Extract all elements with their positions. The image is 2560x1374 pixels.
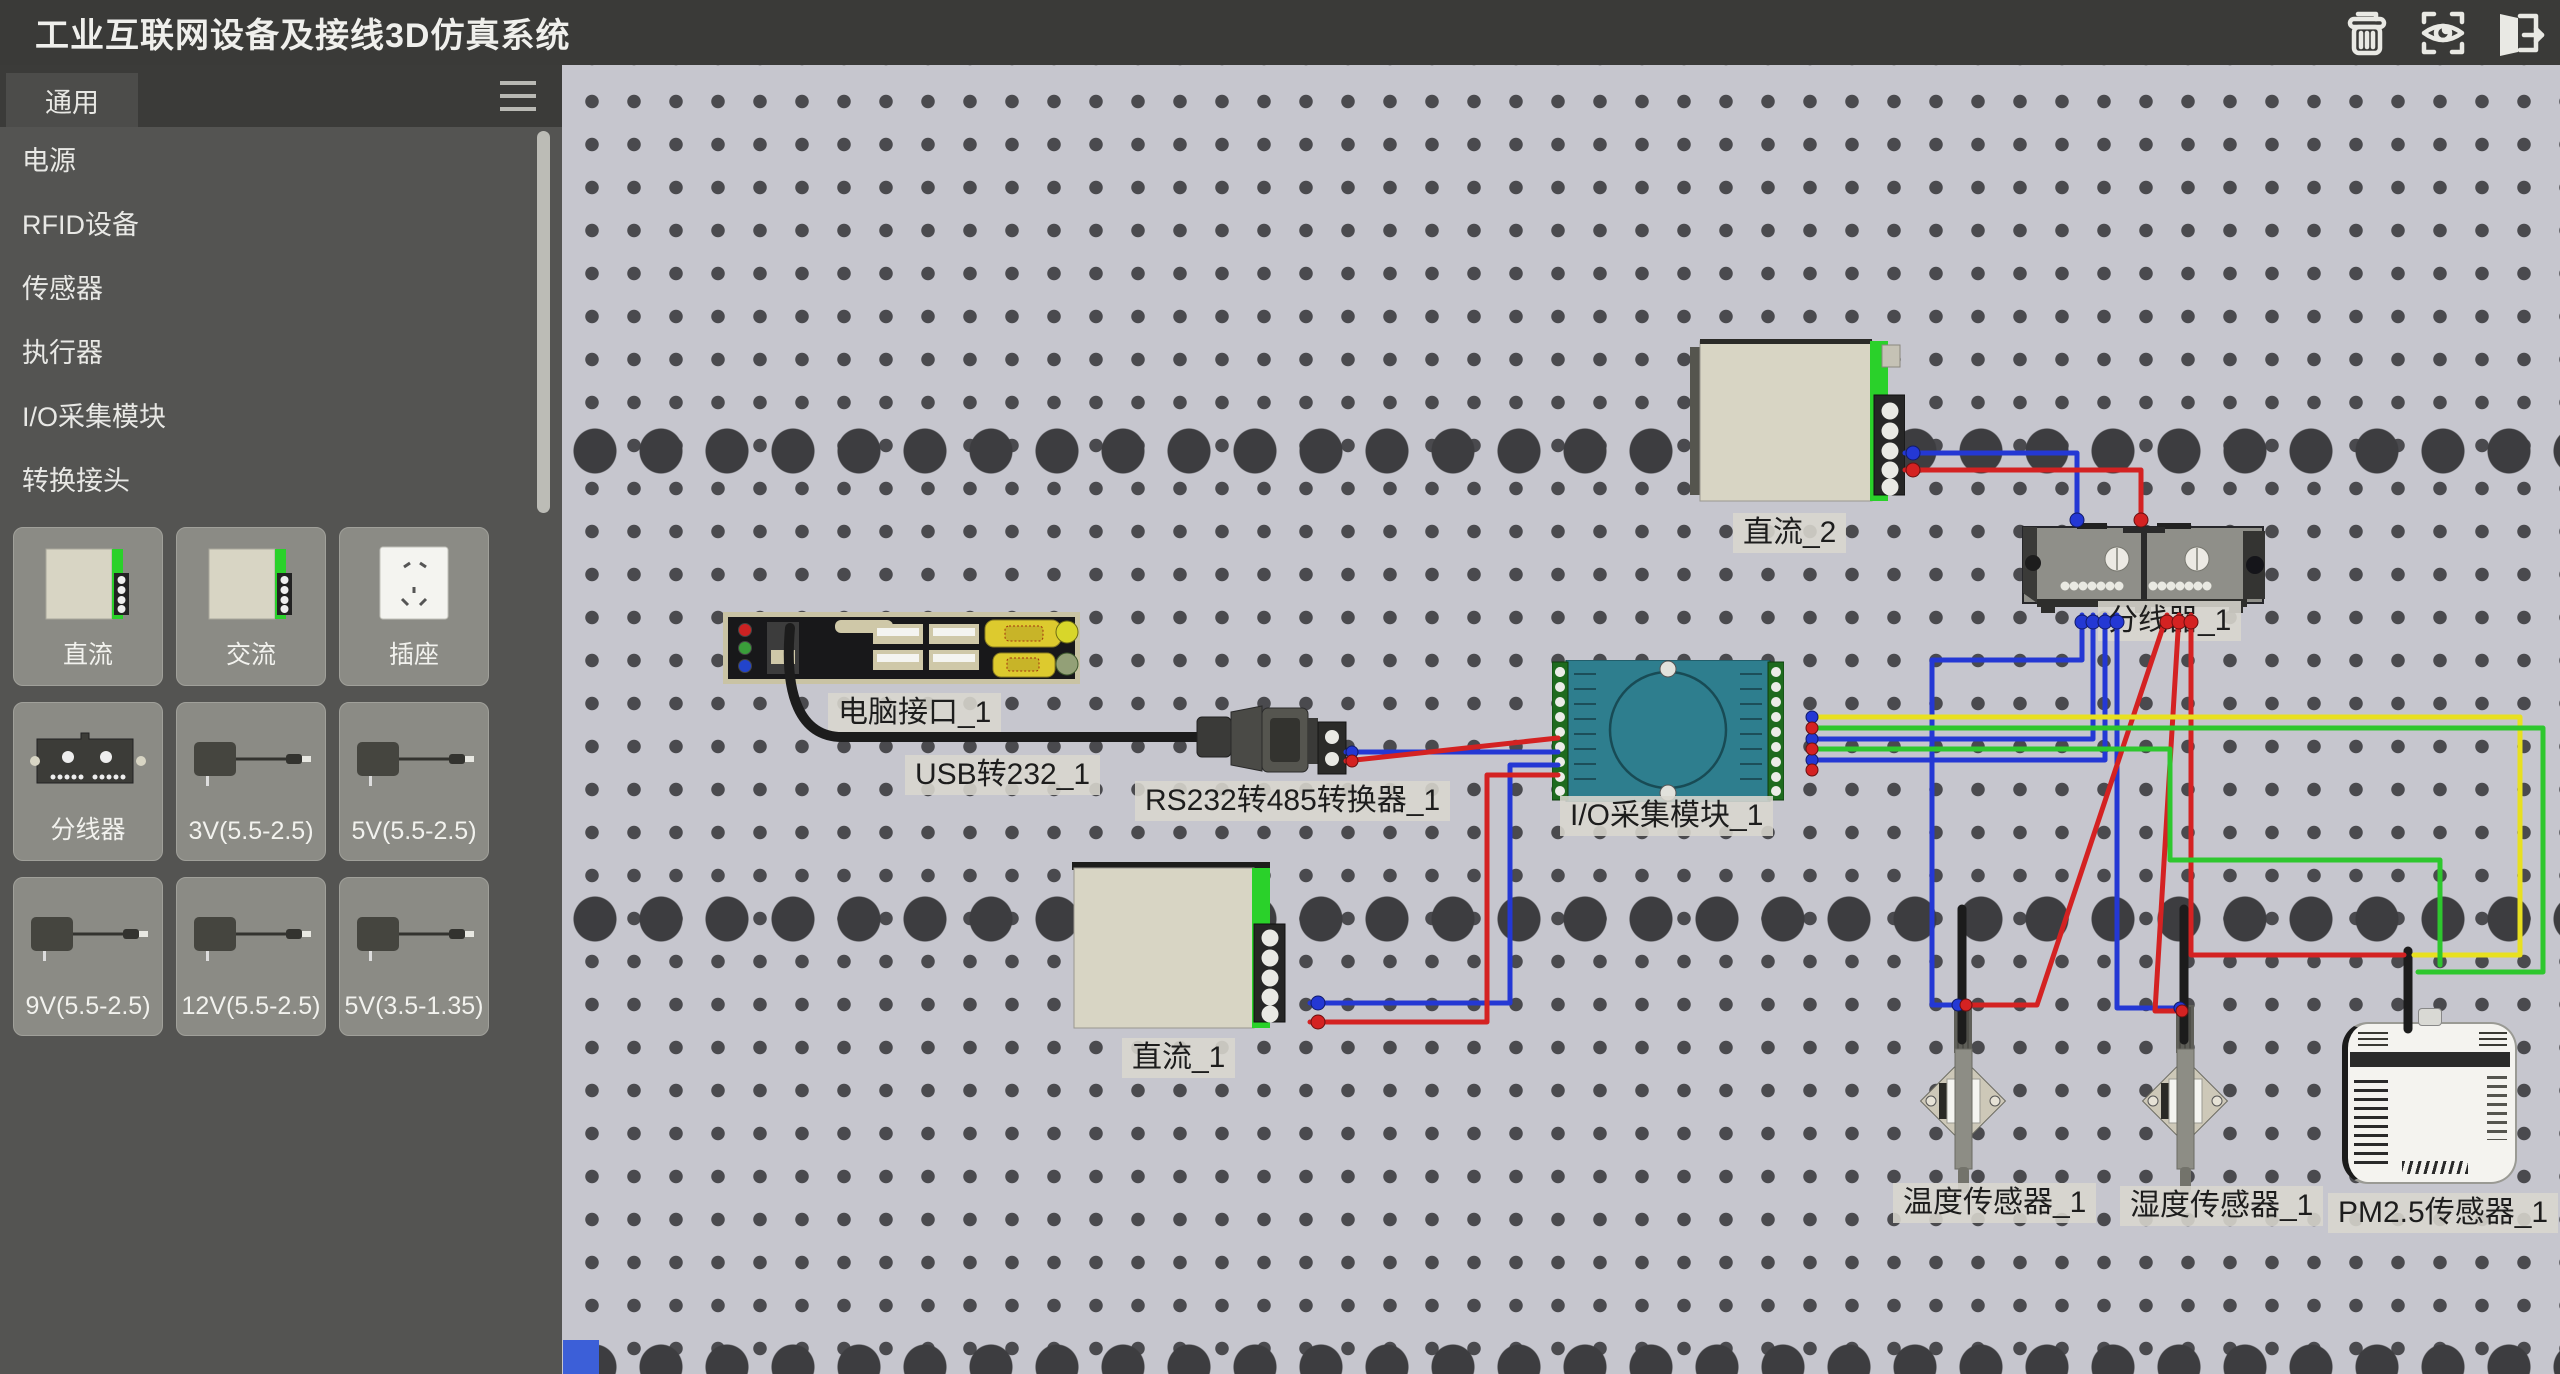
device-dc-power-2[interactable] (1690, 335, 1905, 507)
app-window: 工业互联网设备及接线3D仿真系统 (0, 0, 2560, 1374)
device-label-pc: 电脑接口_1 (828, 693, 1001, 733)
device-card-3v[interactable]: 3V(5.5-2.5) (176, 702, 326, 861)
dc-power-icon (14, 538, 162, 633)
socket-icon (340, 538, 488, 633)
pm25-vents (2358, 1032, 2388, 1046)
card-label: 5V(5.5-2.5) (340, 817, 488, 846)
device-card-12v[interactable]: 12V(5.5-2.5) (176, 877, 326, 1036)
device-label-splitter: 分线器_1 (2098, 601, 2241, 641)
device-humidity-sensor-1[interactable] (2139, 1005, 2231, 1200)
device-label-dc1: 直流_1 (1122, 1038, 1235, 1078)
sidebar: 通用 电源 RFID设备 传感器 执行器 I/O采集模块 转换接头 直流 (0, 65, 562, 1374)
card-label: 插座 (340, 635, 488, 671)
pm25-connector (2418, 1008, 2442, 1026)
adapter-icon (14, 888, 162, 983)
trash-icon (2340, 6, 2394, 60)
card-label: 5V(3.5-1.35) (340, 992, 488, 1021)
pegboard-strip (562, 895, 2560, 943)
canvas[interactable]: 直流_2 分线器_1 电脑接口_1 USB转232_1 RS232转485转换器… (562, 65, 2560, 1374)
sidebar-tabstrip: 通用 (0, 65, 562, 127)
adapter-icon (177, 888, 325, 983)
view-reset-button[interactable] (2412, 4, 2474, 62)
wire-red (1905, 470, 2141, 517)
card-label: 9V(5.5-2.5) (14, 992, 162, 1021)
category-list: 电源 RFID设备 传感器 执行器 I/O采集模块 转换接头 (0, 129, 540, 513)
device-pm25-sensor-1[interactable] (2342, 1022, 2517, 1184)
corner-indicator (563, 1340, 599, 1374)
wire-blue (1932, 615, 2082, 1005)
device-temp-sensor-1[interactable] (1917, 1005, 2009, 1200)
wire-blue (1815, 615, 2105, 760)
sidebar-item-power[interactable]: 电源 (0, 129, 540, 193)
device-io-module-1[interactable] (1552, 660, 1784, 802)
pm25-vents (2354, 1080, 2388, 1168)
device-card-ac[interactable]: 交流 (176, 527, 326, 686)
adapter-icon (177, 713, 325, 808)
wire-blue (2117, 615, 2180, 1008)
sidebar-item-adapter[interactable]: 转换接头 (0, 449, 540, 513)
device-pc-interface-1[interactable] (723, 612, 1080, 684)
device-card-5v[interactable]: 5V(5.5-2.5) (339, 702, 489, 861)
device-label-dc2: 直流_2 (1733, 513, 1846, 553)
exit-icon (2492, 6, 2546, 60)
pm25-vents (2479, 1032, 2507, 1046)
pegboard-strip (562, 1343, 2560, 1374)
card-label: 直流 (14, 635, 162, 671)
delete-button[interactable] (2336, 4, 2398, 62)
adapter-icon (340, 713, 488, 808)
sidebar-item-rfid[interactable]: RFID设备 (0, 193, 540, 257)
device-card-splitter[interactable]: 分线器 (13, 702, 163, 861)
device-label-pm25: PM2.5传感器_1 (2328, 1193, 2558, 1233)
device-card-dc[interactable]: 直流 (13, 527, 163, 686)
device-card-9v[interactable]: 9V(5.5-2.5) (13, 877, 163, 1036)
wire-red (2155, 615, 2180, 1011)
menu-icon[interactable] (500, 81, 536, 111)
pegboard-strip (562, 427, 2560, 475)
adapter-icon (340, 888, 488, 983)
card-label: 3V(5.5-2.5) (177, 817, 325, 846)
pm25-vents (2487, 1076, 2507, 1140)
card-label: 分线器 (14, 810, 162, 846)
wire-blue (1815, 615, 2093, 739)
sidebar-scrollbar[interactable] (537, 131, 550, 513)
pm25-band (2350, 1052, 2510, 1067)
device-card-socket[interactable]: 插座 (339, 527, 489, 686)
ac-power-icon (177, 538, 325, 633)
device-label-humid: 湿度传感器_1 (2120, 1186, 2323, 1226)
sidebar-item-actuator[interactable]: 执行器 (0, 321, 540, 385)
device-label-io: I/O采集模块_1 (1560, 796, 1773, 836)
device-card-5v-mini[interactable]: 5V(3.5-1.35) (339, 877, 489, 1036)
card-label: 12V(5.5-2.5) (177, 992, 325, 1021)
device-dc-power-1[interactable] (1072, 862, 1287, 1034)
sidebar-item-sensor[interactable]: 传感器 (0, 257, 540, 321)
toolbar (2336, 0, 2550, 65)
device-label-temp: 温度传感器_1 (1893, 1183, 2096, 1223)
tab-general[interactable]: 通用 (6, 73, 138, 127)
view-focus-icon (2416, 6, 2470, 60)
usb-to-232-converter (1197, 706, 1346, 774)
device-label-rs485: RS232转485转换器_1 (1135, 781, 1450, 821)
card-label: 交流 (177, 635, 325, 671)
wire-red (1346, 738, 1558, 761)
device-label-usb232: USB转232_1 (905, 755, 1100, 795)
sidebar-item-io-module[interactable]: I/O采集模块 (0, 385, 540, 449)
app-title: 工业互联网设备及接线3D仿真系统 (35, 8, 570, 57)
wire-red (1966, 615, 2167, 1005)
device-palette: 直流 交流 插座 分线器 (13, 527, 543, 1036)
splitter-icon (14, 713, 162, 808)
exit-button[interactable] (2488, 4, 2550, 62)
title-bar: 工业互联网设备及接线3D仿真系统 (0, 0, 2560, 65)
pm25-vents (2402, 1161, 2468, 1174)
